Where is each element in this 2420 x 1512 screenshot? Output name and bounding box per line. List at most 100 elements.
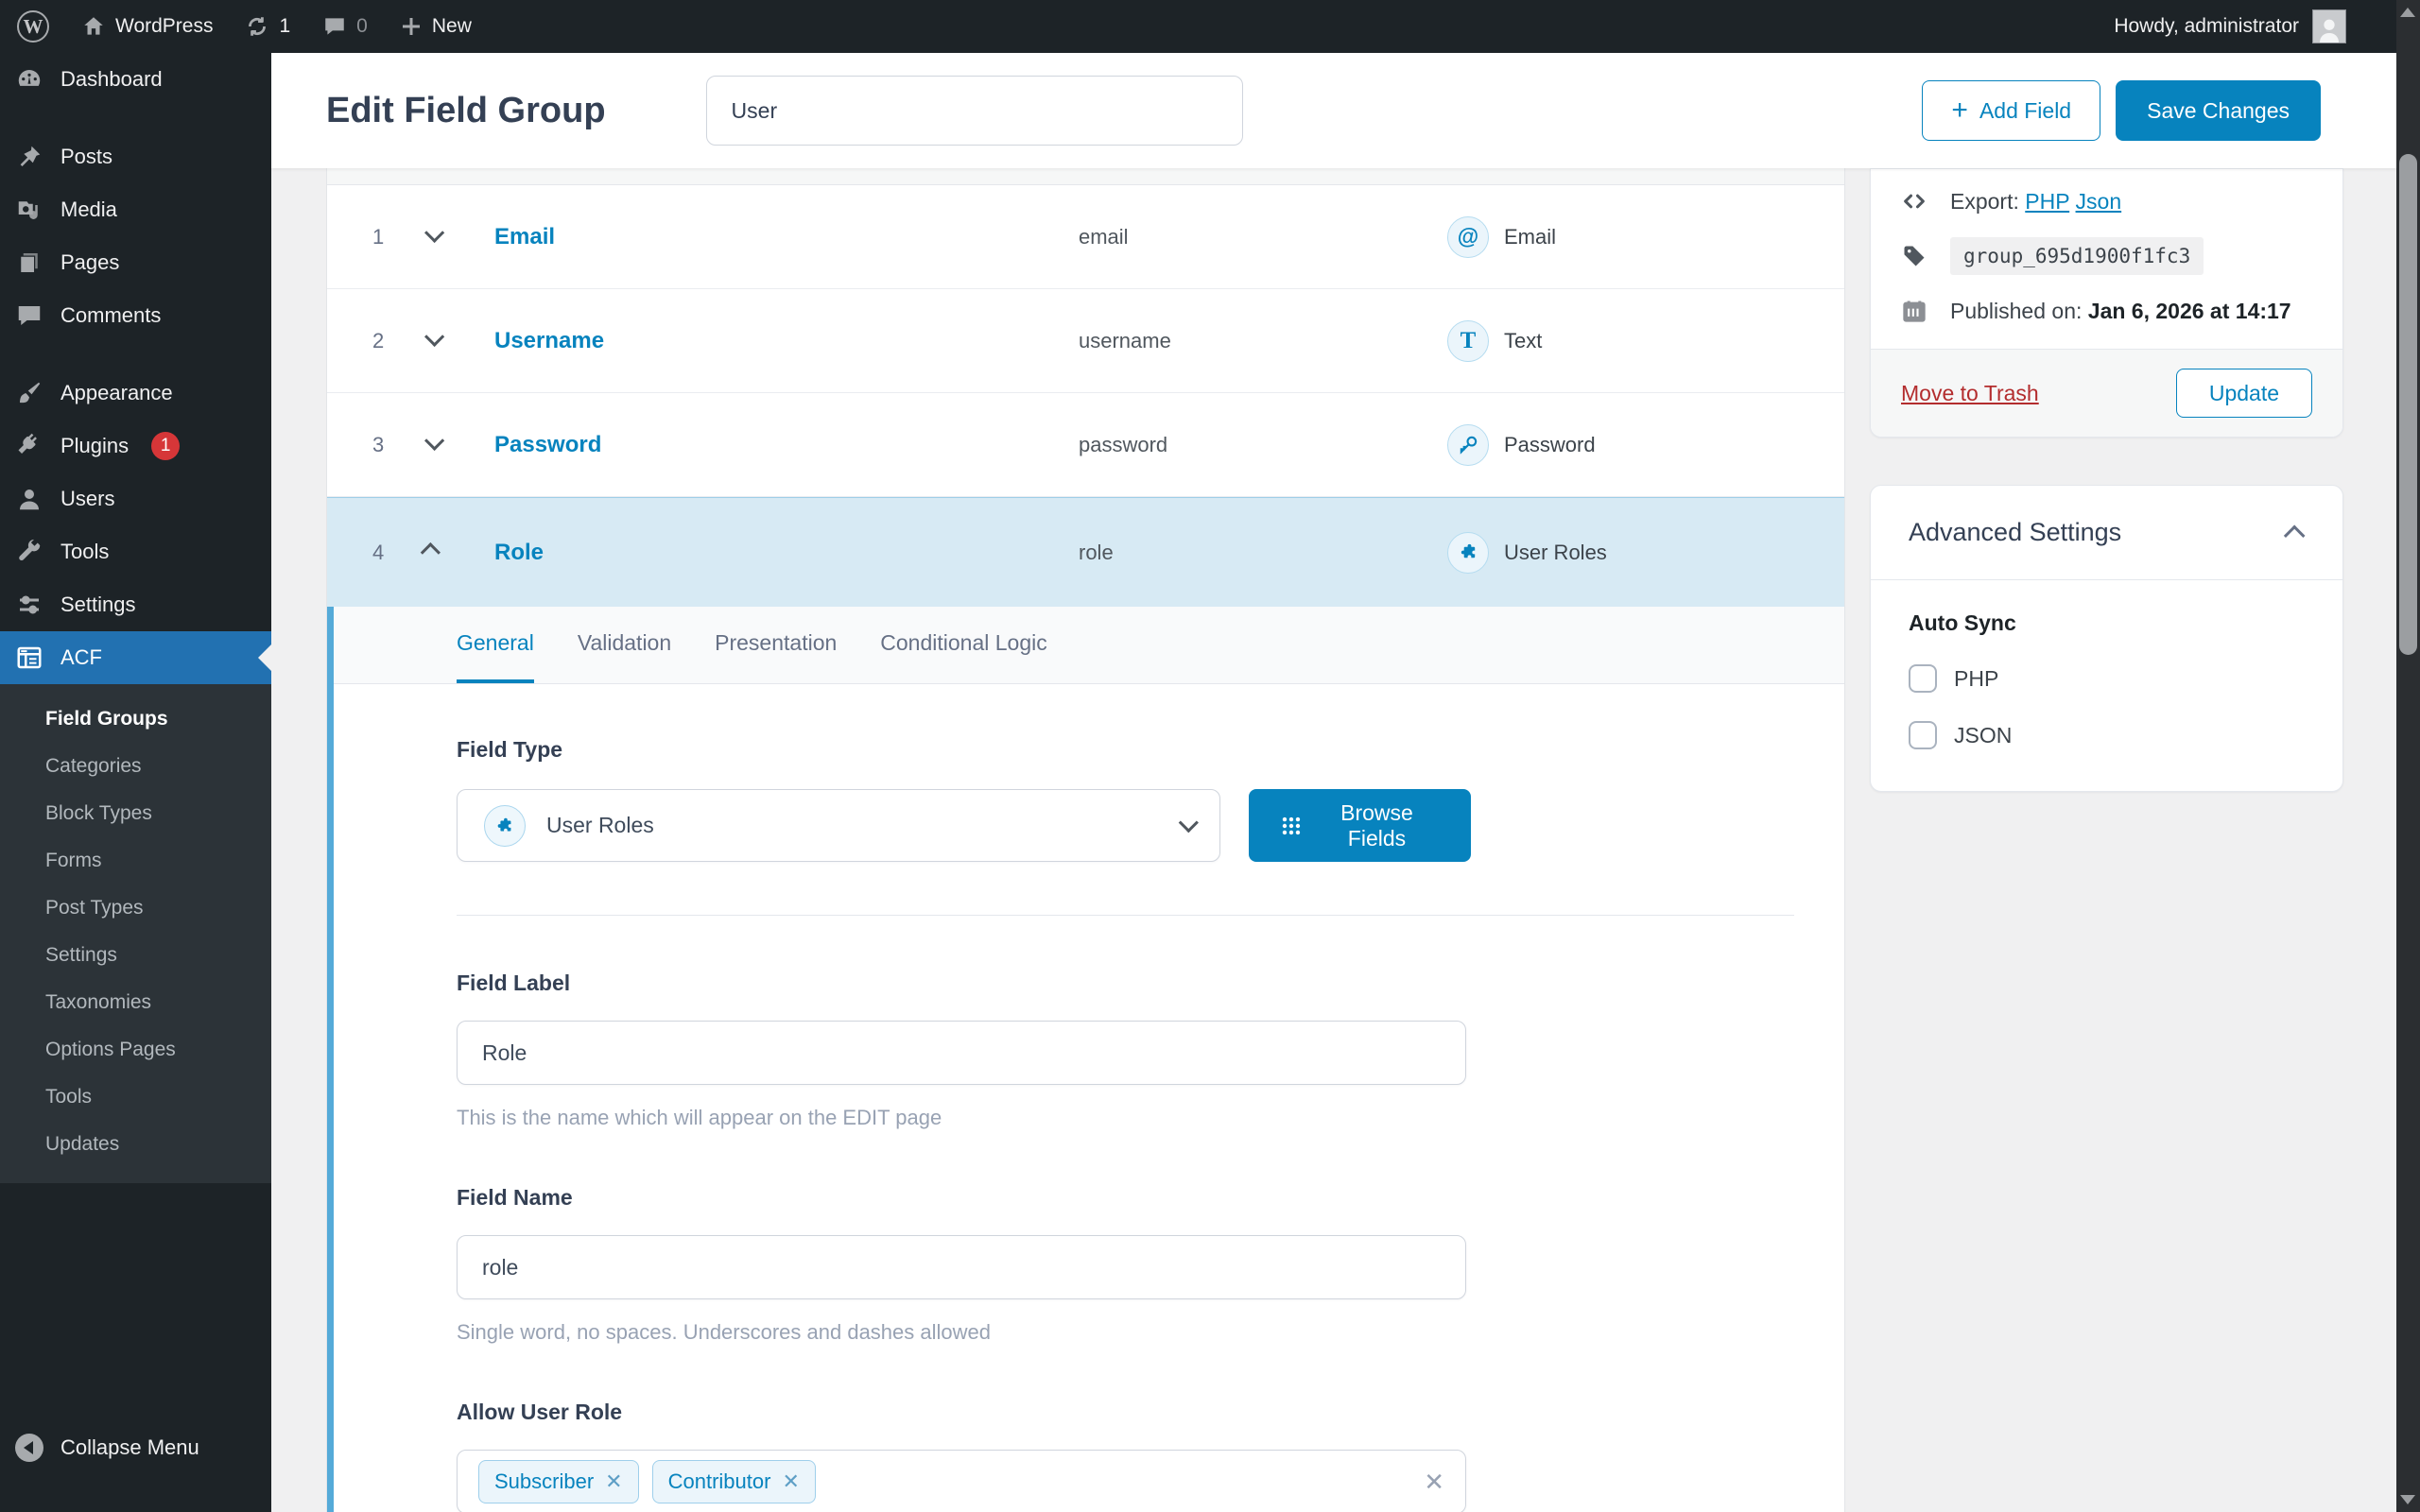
collapse-arrow-icon <box>15 1434 43 1462</box>
sidebar-item-label: Comments <box>60 303 161 328</box>
field-type-select[interactable]: User Roles <box>457 789 1220 862</box>
sidebar-item-users[interactable]: Users <box>0 472 271 525</box>
move-to-trash-link[interactable]: Move to Trash <box>1901 381 2039 406</box>
acf-table-icon <box>15 644 43 672</box>
comments-menu[interactable]: 0 <box>322 14 368 39</box>
plus-icon <box>400 15 423 38</box>
submenu-item-updates[interactable]: Updates <box>0 1121 271 1168</box>
avatar[interactable] <box>2312 9 2346 43</box>
scroll-down-arrow-icon[interactable] <box>2400 1495 2415 1504</box>
chevron-down-icon[interactable] <box>424 222 444 242</box>
field-name-input[interactable] <box>457 1235 1466 1299</box>
php-checkbox[interactable] <box>1909 664 1937 693</box>
collapse-menu-label: Collapse Menu <box>60 1435 199 1460</box>
role-tag-label: Subscriber <box>494 1469 594 1494</box>
submenu-item-taxonomies[interactable]: Taxonomies <box>0 979 271 1026</box>
submenu-item-forms[interactable]: Forms <box>0 837 271 885</box>
sidebar-item-tools[interactable]: Tools <box>0 525 271 578</box>
field-label-link[interactable]: Role <box>494 540 1079 566</box>
field-type: Password <box>1504 433 1596 457</box>
submenu-item-field-groups[interactable]: Field Groups <box>0 696 271 743</box>
sidebar-item-label: Appearance <box>60 381 173 405</box>
field-name: password <box>1079 433 1447 457</box>
submenu-item-tools[interactable]: Tools <box>0 1074 271 1121</box>
sidebar-item-comments[interactable]: Comments <box>0 289 271 342</box>
published-prefix: Published on: <box>1950 299 2082 323</box>
wordpress-logo-icon: W <box>17 10 49 43</box>
published-date: Jan 6, 2026 at 14:17 <box>2088 299 2291 323</box>
scrollbar-thumb[interactable] <box>2399 154 2417 655</box>
field-table-header-edge <box>327 168 1844 185</box>
comments-icon <box>15 301 43 330</box>
auto-sync-label: Auto Sync <box>1909 610 2305 636</box>
sidebar-item-acf[interactable]: ACF <box>0 631 271 684</box>
field-row-email[interactable]: 1 Email email @Email <box>327 185 1844 289</box>
howdy-account-menu[interactable]: Howdy, administrator <box>2114 15 2299 38</box>
tab-general[interactable]: General <box>457 607 534 683</box>
menu-separator <box>0 342 271 367</box>
sidebar-item-plugins[interactable]: Plugins 1 <box>0 420 271 472</box>
sidebar-item-label: Plugins <box>60 434 129 458</box>
plug-icon <box>15 432 43 460</box>
clear-all-tags-icon[interactable]: ✕ <box>1424 1468 1444 1497</box>
sidebar-item-settings[interactable]: Settings <box>0 578 271 631</box>
export-php-link[interactable]: PHP <box>2025 189 2069 214</box>
submenu-item-options-pages[interactable]: Options Pages <box>0 1026 271 1074</box>
field-label-link[interactable]: Password <box>494 432 1079 458</box>
updates-menu[interactable]: 1 <box>245 14 290 39</box>
add-field-button[interactable]: + Add Field <box>1922 80 2100 141</box>
export-label: Export: <box>1950 189 2019 214</box>
scroll-up-arrow-icon[interactable] <box>2400 8 2415 17</box>
browse-fields-button[interactable]: Browse Fields <box>1249 789 1471 862</box>
sidebar-item-appearance[interactable]: Appearance <box>0 367 271 420</box>
wordpress-logo-menu[interactable]: W <box>17 10 49 43</box>
sidebar-item-posts[interactable]: Posts <box>0 130 271 183</box>
user-roles-type-icon <box>1447 532 1489 574</box>
text-type-icon: T <box>1447 320 1489 362</box>
export-json-link[interactable]: Json <box>2076 189 2122 214</box>
update-button[interactable]: Update <box>2176 369 2312 418</box>
field-label-link[interactable]: Username <box>494 328 1079 354</box>
content-area: 1 Email email @Email 2 Username username… <box>271 168 2420 1512</box>
collapse-menu-button[interactable]: Collapse Menu <box>0 1421 271 1474</box>
allow-user-role-select[interactable]: Subscriber ✕ Contributor ✕ ✕ <box>457 1450 1466 1512</box>
field-row-role[interactable]: 4 Role role User Roles <box>327 497 1844 607</box>
advanced-settings-title: Advanced Settings <box>1909 518 2121 547</box>
remove-tag-icon[interactable]: ✕ <box>782 1469 799 1494</box>
json-checkbox[interactable] <box>1909 721 1937 749</box>
sidebar-item-dashboard[interactable]: Dashboard <box>0 53 271 106</box>
site-name-link[interactable]: WordPress <box>81 14 213 39</box>
sidebar-item-pages[interactable]: Pages <box>0 236 271 289</box>
submenu-item-categories[interactable]: Categories <box>0 743 271 790</box>
field-row-password[interactable]: 3 Password password Password <box>327 393 1844 497</box>
sidebar-item-label: Posts <box>60 145 112 169</box>
php-checkbox-row[interactable]: PHP <box>1909 664 2305 693</box>
field-label-link[interactable]: Email <box>494 224 1079 250</box>
field-group-title-input[interactable] <box>706 76 1243 146</box>
submenu-item-block-types[interactable]: Block Types <box>0 790 271 837</box>
code-icon <box>1901 188 1927 215</box>
field-type: Email <box>1504 225 1556 249</box>
sidebar-item-media[interactable]: Media <box>0 183 271 236</box>
field-label-input[interactable] <box>457 1021 1466 1085</box>
save-changes-button[interactable]: Save Changes <box>2116 80 2321 141</box>
advanced-settings-toggle[interactable]: Advanced Settings <box>1871 486 2342 579</box>
tab-conditional-logic[interactable]: Conditional Logic <box>880 607 1046 683</box>
publish-card: Export: PHP Json group_695d1900f1fc3 Pub… <box>1870 168 2343 438</box>
active-menu-arrow <box>258 644 271 671</box>
page-scrollbar[interactable] <box>2396 0 2420 1512</box>
tab-presentation[interactable]: Presentation <box>715 607 837 683</box>
submenu-item-post-types[interactable]: Post Types <box>0 885 271 932</box>
tab-validation[interactable]: Validation <box>578 607 671 683</box>
chevron-down-icon[interactable] <box>424 326 444 346</box>
json-checkbox-row[interactable]: JSON <box>1909 721 2305 749</box>
email-type-icon: @ <box>1447 216 1489 258</box>
chevron-down-icon[interactable] <box>424 430 444 450</box>
submenu-item-settings[interactable]: Settings <box>0 932 271 979</box>
update-label: Update <box>2209 381 2279 406</box>
field-group-card: 1 Email email @Email 2 Username username… <box>326 168 1845 1512</box>
remove-tag-icon[interactable]: ✕ <box>605 1469 622 1494</box>
wrench-icon <box>15 538 43 566</box>
field-row-username[interactable]: 2 Username username TText <box>327 289 1844 393</box>
new-content-menu[interactable]: New <box>400 15 472 38</box>
